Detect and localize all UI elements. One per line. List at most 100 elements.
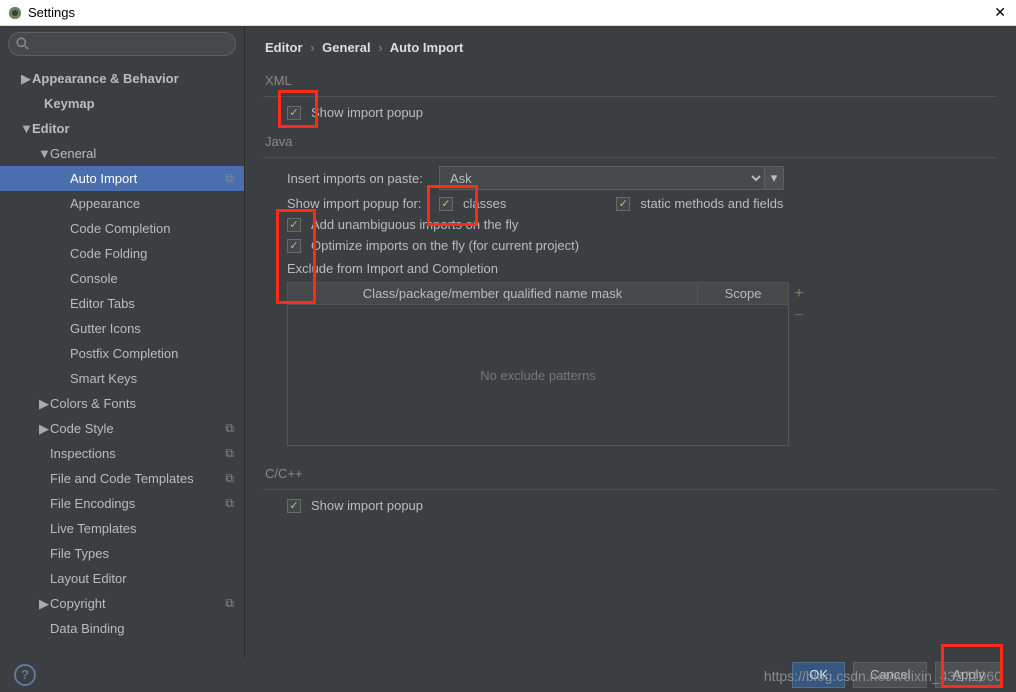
tree-row[interactable]: Code Folding (0, 241, 244, 266)
tree-label: Copyright (50, 596, 106, 611)
tree-row[interactable]: ▶Copyright ⧉ (0, 591, 244, 616)
tree-row[interactable]: Auto Import ⧉ (0, 166, 244, 191)
label-xml-show-popup: Show import popup (311, 105, 423, 120)
label-add-unambiguous: Add unambiguous imports on the fly (311, 217, 518, 232)
insert-imports-dropdown[interactable]: Ask (439, 166, 764, 190)
tree-label: Code Completion (70, 221, 170, 236)
tree-row[interactable]: File Encodings ⧉ (0, 491, 244, 516)
search-icon (16, 37, 29, 53)
window-title: Settings (28, 5, 75, 20)
tree-row[interactable]: File Types (0, 541, 244, 566)
separator (263, 489, 996, 490)
tree-row[interactable]: Console (0, 266, 244, 291)
column-scope[interactable]: Scope (698, 283, 788, 304)
tree-label: Postfix Completion (70, 346, 178, 361)
breadcrumb-general[interactable]: General (322, 40, 370, 55)
checkbox-xml-show-popup[interactable] (287, 106, 301, 120)
scope-icon: ⧉ (225, 446, 234, 461)
breadcrumb-auto-import: Auto Import (390, 40, 464, 55)
tree-row[interactable]: Data Binding (0, 616, 244, 641)
tree-label: Data Binding (50, 621, 124, 636)
label-show-popup-for: Show import popup for: (287, 196, 429, 211)
checkbox-cpp-show-popup[interactable] (287, 499, 301, 513)
tree-row[interactable]: Appearance (0, 191, 244, 216)
tree-label: Code Folding (70, 246, 147, 261)
close-icon[interactable]: ✕ (994, 4, 1006, 21)
apply-button[interactable]: Apply (935, 662, 1002, 688)
cancel-button[interactable]: Cancel (853, 662, 927, 688)
tree-arrow-icon: ▼ (38, 146, 50, 161)
tree-label: Keymap (44, 96, 95, 111)
titlebar: Settings ✕ (0, 0, 1016, 26)
app-icon (8, 6, 22, 20)
settings-panel: Editor › General › Auto Import XML Show … (245, 26, 1016, 657)
tree-row[interactable]: Inspections ⧉ (0, 441, 244, 466)
tree-row[interactable]: File and Code Templates⧉ (0, 466, 244, 491)
scope-icon: ⧉ (225, 171, 234, 186)
tree-label: Appearance (70, 196, 140, 211)
scope-icon: ⧉ (225, 421, 234, 436)
sidebar-search (0, 26, 244, 66)
tree-arrow-icon: ▶ (38, 421, 50, 437)
label-optimize-imports: Optimize imports on the fly (for current… (311, 238, 579, 253)
tree-label: Code Style (50, 421, 114, 436)
tree-row[interactable]: Keymap (0, 91, 244, 116)
checkbox-static[interactable] (616, 197, 630, 211)
tree-row[interactable]: Layout Editor (0, 566, 244, 591)
exclude-empty: No exclude patterns (288, 305, 788, 445)
tree-row[interactable]: ▼General (0, 141, 244, 166)
tree-row[interactable]: ▼Editor (0, 116, 244, 141)
label-static: static methods and fields (640, 196, 783, 211)
checkbox-add-unambiguous[interactable] (287, 218, 301, 232)
sidebar: ▶Appearance & BehaviorKeymap▼Editor▼Gene… (0, 26, 245, 657)
chevron-right-icon: › (378, 40, 382, 55)
help-button[interactable]: ? (14, 664, 36, 686)
remove-exclude-button[interactable]: − (788, 305, 810, 327)
ok-button[interactable]: OK (792, 662, 845, 688)
breadcrumb-editor[interactable]: Editor (265, 40, 303, 55)
tree-label: Inspections (50, 446, 116, 461)
label-exclude-heading: Exclude from Import and Completion (287, 261, 996, 276)
tree-label: Appearance & Behavior (32, 71, 179, 86)
add-exclude-button[interactable]: + (788, 283, 810, 305)
scope-icon: ⧉ (225, 596, 234, 611)
tree-row[interactable]: Gutter Icons (0, 316, 244, 341)
tree-arrow-icon: ▶ (20, 71, 32, 87)
chevron-right-icon: › (310, 40, 314, 55)
tree-row[interactable]: Editor Tabs (0, 291, 244, 316)
tree-row[interactable]: Code Completion (0, 216, 244, 241)
tree-arrow-icon: ▶ (38, 596, 50, 612)
tree-label: Smart Keys (70, 371, 137, 386)
tree-row[interactable]: ▶Appearance & Behavior (0, 66, 244, 91)
tree-label: Gutter Icons (70, 321, 141, 336)
search-input[interactable] (8, 32, 236, 56)
tree-row[interactable]: Smart Keys (0, 366, 244, 391)
tree-row[interactable]: ▶Code Style ⧉ (0, 416, 244, 441)
checkbox-optimize-imports[interactable] (287, 239, 301, 253)
tree-label: Console (70, 271, 118, 286)
scope-icon: ⧉ (225, 496, 234, 511)
tree-arrow-icon: ▶ (38, 396, 50, 412)
tree-arrow-icon: ▼ (20, 121, 32, 136)
breadcrumb: Editor › General › Auto Import (265, 40, 996, 55)
dropdown-arrow-icon[interactable]: ▾ (764, 166, 784, 190)
column-mask[interactable]: Class/package/member qualified name mask (288, 283, 698, 304)
label-insert-paste: Insert imports on paste: (287, 171, 429, 186)
tree-label: General (50, 146, 96, 161)
tree-label: File Encodings (50, 496, 135, 511)
footer: ? OK Cancel Apply (0, 657, 1016, 692)
tree-label: Editor Tabs (70, 296, 135, 311)
tree-row[interactable]: Postfix Completion (0, 341, 244, 366)
label-cpp-show-popup: Show import popup (311, 498, 423, 513)
checkbox-classes[interactable] (439, 197, 453, 211)
tree-row[interactable]: Live Templates (0, 516, 244, 541)
scope-icon: ⧉ (225, 471, 234, 486)
tree-label: Auto Import (70, 171, 137, 186)
tree-label: Colors & Fonts (50, 396, 136, 411)
tree-label: Live Templates (50, 521, 136, 536)
separator (263, 96, 996, 97)
tree-row[interactable]: ▶Colors & Fonts (0, 391, 244, 416)
tree-label: Layout Editor (50, 571, 127, 586)
section-java: Java (265, 134, 996, 149)
tree-label: Editor (32, 121, 70, 136)
